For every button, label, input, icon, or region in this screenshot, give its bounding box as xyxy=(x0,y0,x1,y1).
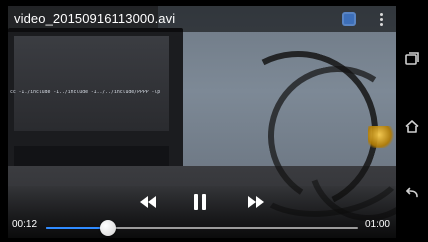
time-total: 01:00 xyxy=(364,219,390,230)
fast-forward-button[interactable] xyxy=(244,192,268,212)
pause-icon xyxy=(194,194,210,210)
monitor-bottom-bezel xyxy=(14,146,169,166)
search-icon[interactable] xyxy=(340,10,358,28)
kebab-dot xyxy=(379,22,383,26)
back-icon xyxy=(406,187,418,198)
overflow-menu-icon[interactable] xyxy=(372,10,390,28)
pause-bar xyxy=(202,194,206,210)
home-icon xyxy=(405,120,419,133)
video-title: video_20150916113000.avi xyxy=(14,11,176,26)
top-app-bar: video_20150916113000.avi xyxy=(8,6,396,32)
seek-track[interactable] xyxy=(46,220,358,236)
monitor-command-text: cc -I./include -I../include -I../../incl… xyxy=(10,90,160,95)
search-badge xyxy=(342,12,356,26)
monitor-screen xyxy=(14,36,169,131)
seek-progress xyxy=(46,227,109,229)
fast-forward-icon xyxy=(248,196,264,208)
video-light-spot xyxy=(368,126,396,148)
rewind-button[interactable] xyxy=(136,192,160,212)
kebab-dots xyxy=(379,12,383,26)
rewind-icon xyxy=(140,196,156,208)
transport-controls xyxy=(8,192,396,212)
system-navigation-bar xyxy=(396,0,428,242)
pause-bar xyxy=(194,194,198,210)
seek-bar-row: 00:12 01:00 xyxy=(8,215,396,236)
pause-button[interactable] xyxy=(190,192,214,212)
home-button[interactable] xyxy=(403,117,421,135)
video-monitor: cc -I./include -I../include -I../../incl… xyxy=(8,28,183,178)
seek-thumb[interactable] xyxy=(100,220,117,236)
recent-apps-button[interactable] xyxy=(403,50,421,68)
kebab-dot xyxy=(379,17,383,21)
recent-apps-icon xyxy=(405,52,419,65)
top-actions xyxy=(340,10,390,28)
back-button[interactable] xyxy=(403,184,421,202)
kebab-dot xyxy=(379,12,383,16)
playback-controls: 00:12 01:00 xyxy=(8,186,396,238)
time-elapsed: 00:12 xyxy=(12,219,38,230)
